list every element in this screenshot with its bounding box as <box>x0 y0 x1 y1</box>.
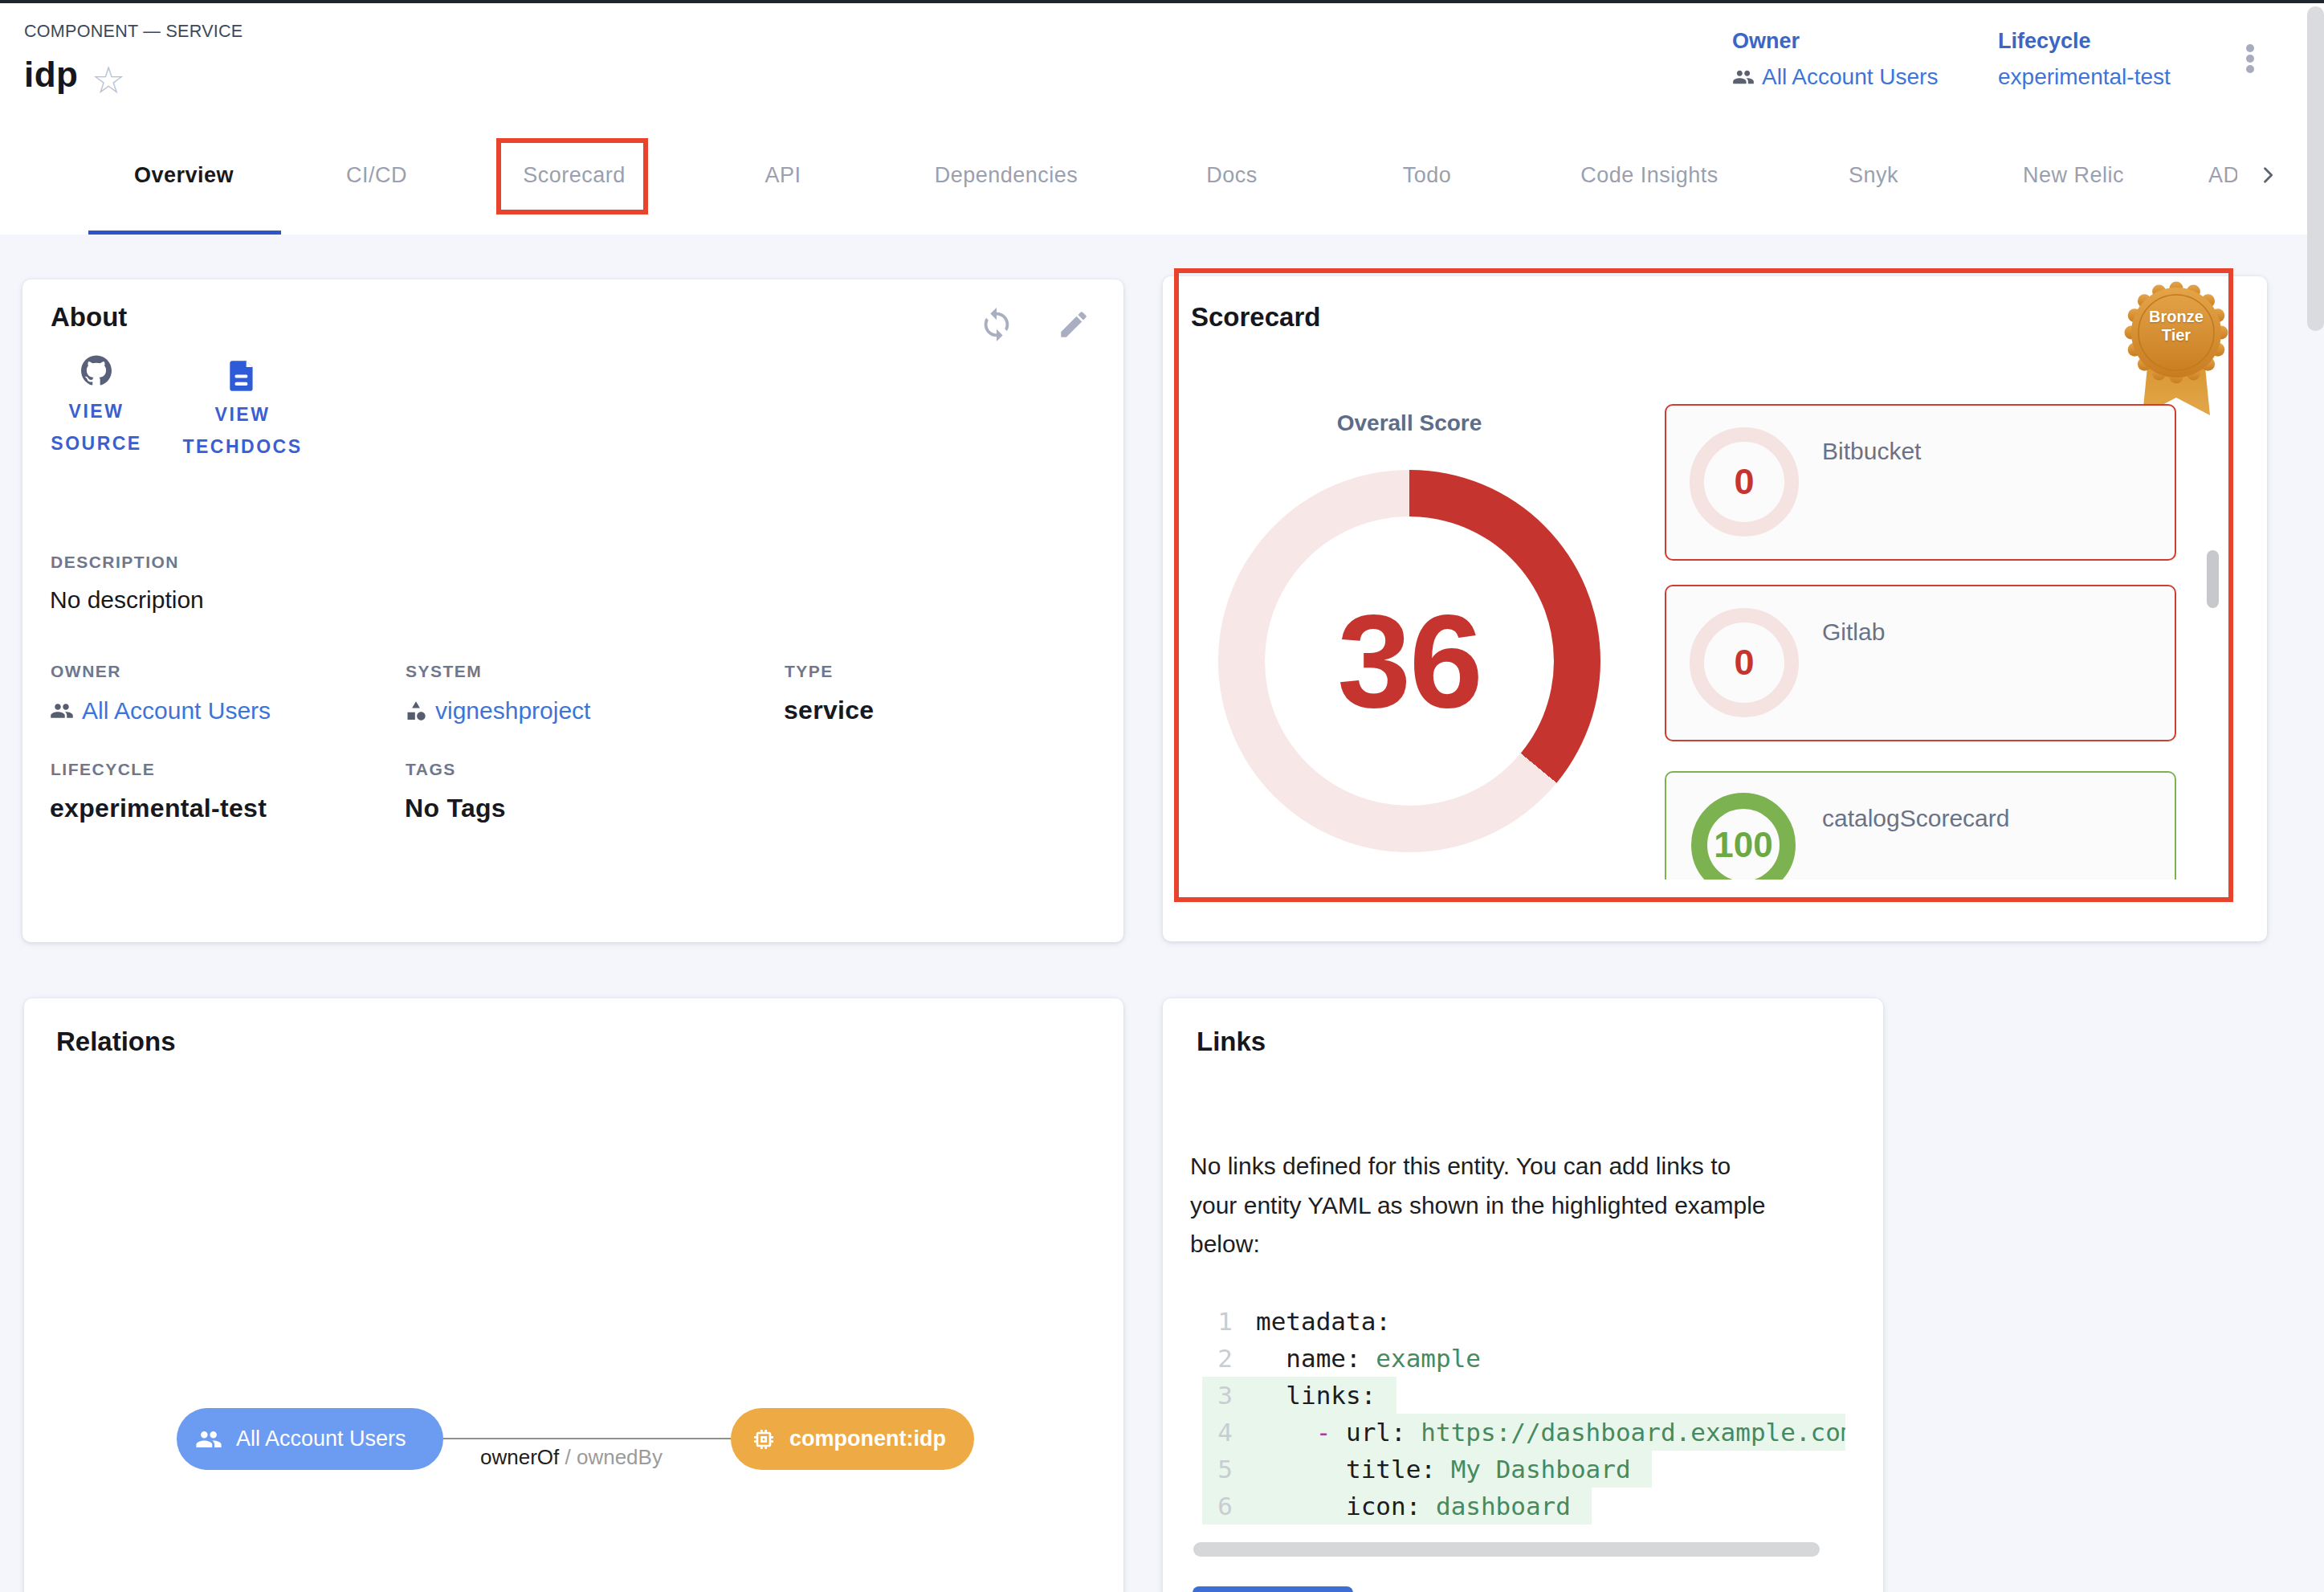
tags-field-value: No Tags <box>405 794 506 823</box>
scorecard-tile-catalogscorecard[interactable]: 100 catalogScorecard <box>1665 771 2176 880</box>
tab-code-insights[interactable]: Code Insights <box>1580 163 1719 188</box>
code-line: 3 links: <box>1202 1377 1396 1414</box>
code-line: 2 name: example <box>1202 1340 1502 1377</box>
active-tab-indicator <box>88 231 281 235</box>
tab-todo[interactable]: Todo <box>1403 163 1452 188</box>
links-card-title: Links <box>1197 1027 1266 1057</box>
tab-api[interactable]: API <box>764 163 801 188</box>
scorecard-scrollbar[interactable] <box>2207 550 2219 608</box>
overall-score-label: Overall Score <box>1337 410 1482 436</box>
system-field-label: SYSTEM <box>406 662 482 681</box>
description-value: No description <box>50 586 204 614</box>
tab-overview[interactable]: Overview <box>134 163 234 188</box>
entity-kind-breadcrumb: COMPONENT — SERVICE <box>24 22 243 42</box>
code-line: 6 icon: dashboard <box>1202 1488 1592 1525</box>
system-icon <box>405 700 427 722</box>
code-line: 5 title: My Dashboard <box>1202 1451 1652 1488</box>
view-techdocs-label: VIEW TECHDOCS <box>170 398 315 463</box>
add-links-button[interactable] <box>1193 1586 1353 1592</box>
owner-label: Owner <box>1732 29 1938 54</box>
type-field-label: TYPE <box>785 662 834 681</box>
code-horizontal-scrollbar[interactable] <box>1193 1542 1820 1557</box>
scorecard-card-title: Scorecard <box>1191 302 1320 333</box>
owner-link[interactable]: All Account Users <box>1732 64 1938 90</box>
tabs-overflow-chevron-icon[interactable] <box>2257 164 2279 190</box>
relation-node-component[interactable]: component:idp <box>731 1408 974 1470</box>
header-owner: Owner All Account Users <box>1732 29 1938 90</box>
score-ring: 0 <box>1690 427 1799 537</box>
overall-score-value: 36 <box>1218 470 1600 852</box>
relation-node-owner[interactable]: All Account Users <box>177 1408 443 1470</box>
relations-card-title: Relations <box>56 1027 176 1057</box>
scorecard-tile-gitlab[interactable]: 0 Gitlab <box>1665 585 2176 741</box>
favorite-star-icon[interactable]: ☆ <box>92 61 125 99</box>
page-title: idp <box>24 55 78 95</box>
view-source-button[interactable]: VIEW SOURCE <box>32 355 161 459</box>
relations-card: Relations ownerOf / ownedBy All Account … <box>24 998 1123 1592</box>
edit-icon[interactable] <box>1057 308 1091 345</box>
tab-cicd[interactable]: CI/CD <box>346 163 407 188</box>
scorecard-tile-list: 0 Bitbucket 0 Gitlab 100 catalogScorecar… <box>1665 394 2195 880</box>
tab-ad-truncated[interactable]: AD <box>2208 163 2237 188</box>
tab-snyk[interactable]: Snyk <box>1849 163 1898 188</box>
view-source-label: VIEW SOURCE <box>32 395 161 459</box>
github-icon <box>32 355 161 392</box>
type-field-value: service <box>784 696 874 725</box>
links-card: Links No links defined for this entity. … <box>1163 998 1883 1592</box>
links-empty-message: No links defined for this entity. You ca… <box>1190 1147 1766 1264</box>
relation-edge <box>443 1438 731 1439</box>
score-ring: 0 <box>1690 608 1799 717</box>
owner-field-label: OWNER <box>51 662 121 681</box>
owner-field-value[interactable]: All Account Users <box>50 697 271 725</box>
header-lifecycle: Lifecycle experimental-test <box>1998 29 2171 90</box>
scorecard-card: Scorecard <box>1163 276 2267 941</box>
lifecycle-field-label: LIFECYCLE <box>51 760 155 779</box>
refresh-icon[interactable] <box>978 306 1015 346</box>
code-line: 1metadata: <box>1202 1303 1412 1340</box>
overall-score-donut: 36 <box>1218 470 1600 852</box>
chip-icon <box>751 1427 777 1452</box>
techdocs-icon <box>170 358 315 395</box>
tab-new-relic[interactable]: New Relic <box>2023 163 2124 188</box>
tab-docs[interactable]: Docs <box>1206 163 1258 188</box>
relation-edge-label: ownerOf / ownedBy <box>480 1445 663 1470</box>
scorecard-tile-bitbucket[interactable]: 0 Bitbucket <box>1665 404 2176 561</box>
lifecycle-field-value: experimental-test <box>50 794 267 823</box>
more-options-icon[interactable] <box>2240 42 2260 82</box>
group-icon <box>195 1426 222 1453</box>
group-icon <box>50 699 74 723</box>
system-field-value[interactable]: vigneshproject <box>405 697 590 725</box>
page-scrollbar[interactable] <box>2307 6 2324 331</box>
lifecycle-value[interactable]: experimental-test <box>1998 64 2171 90</box>
lifecycle-label: Lifecycle <box>1998 29 2171 54</box>
group-icon <box>1732 66 1755 88</box>
about-card: About VIEW SOURCE VIEW TECHDOCS DESCRIPT… <box>22 280 1123 942</box>
description-label: DESCRIPTION <box>51 553 179 572</box>
view-techdocs-button[interactable]: VIEW TECHDOCS <box>170 358 315 463</box>
about-card-title: About <box>51 302 127 333</box>
tab-scorecard[interactable]: Scorecard <box>523 163 626 188</box>
tab-dependencies[interactable]: Dependencies <box>935 163 1078 188</box>
yaml-example-code: 1metadata:2 name: example3 links:4 - url… <box>1202 1303 1845 1525</box>
code-line: 4 - url: https://dashboard.example.com <box>1202 1414 1845 1451</box>
tags-field-label: TAGS <box>406 760 456 779</box>
entity-header <box>0 3 2324 235</box>
score-ring: 100 <box>1691 793 1796 880</box>
